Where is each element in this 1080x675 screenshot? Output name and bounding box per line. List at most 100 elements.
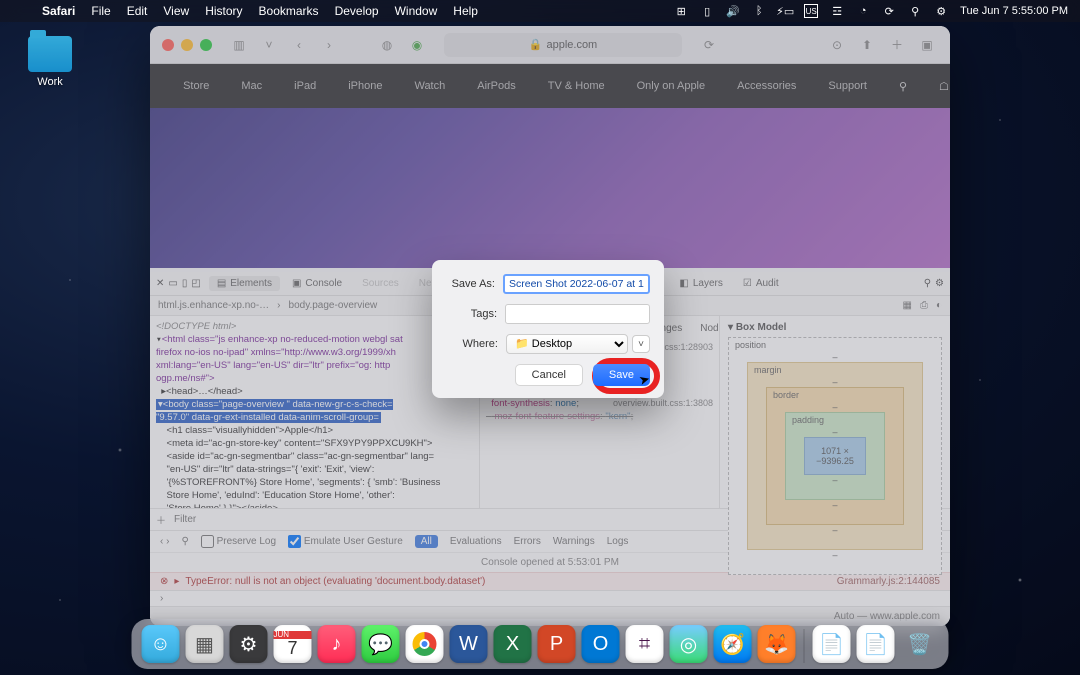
dock-app-green[interactable]: ◎ bbox=[670, 625, 708, 663]
dock-music[interactable]: ♪ bbox=[318, 625, 356, 663]
nav-ipad[interactable]: iPad bbox=[294, 80, 316, 92]
filter-logs[interactable]: Logs bbox=[607, 536, 629, 547]
tab-console[interactable]: ▣Console bbox=[284, 276, 350, 291]
status-user-icon[interactable]: ◔ bbox=[856, 4, 870, 18]
dock-outlook[interactable]: O bbox=[582, 625, 620, 663]
force-state-icon[interactable]: ◐ bbox=[936, 300, 942, 311]
add-rule-icon[interactable]: ＋ bbox=[156, 512, 166, 527]
nav-search-icon[interactable]: ⚲ bbox=[899, 80, 907, 93]
error-source[interactable]: Grammarly.js:2:144085 bbox=[837, 576, 940, 587]
status-wifi-icon[interactable]: ☲ bbox=[830, 4, 844, 18]
where-select[interactable]: 📁 Desktop bbox=[506, 334, 628, 354]
print-icon[interactable]: ⎙ bbox=[920, 300, 928, 311]
new-tab-button[interactable]: ＋ bbox=[886, 34, 908, 56]
dock-calendar[interactable]: JUN7 bbox=[274, 625, 312, 663]
menu-bookmarks[interactable]: Bookmarks bbox=[259, 4, 319, 18]
dock-firefox[interactable]: 🦊 bbox=[758, 625, 796, 663]
tab-dropdown-icon[interactable]: ˅ bbox=[258, 34, 280, 56]
status-phone-icon[interactable]: ▯ bbox=[700, 4, 714, 18]
back-button[interactable]: ‹ bbox=[288, 34, 310, 56]
apple-menu-icon[interactable] bbox=[12, 4, 26, 18]
dock-settings[interactable]: ⚙︎ bbox=[230, 625, 268, 663]
nav-store[interactable]: Store bbox=[183, 80, 209, 92]
nav-only[interactable]: Only on Apple bbox=[637, 80, 706, 92]
preserve-log-checkbox[interactable]: Preserve Log bbox=[201, 535, 276, 548]
device-icon-2[interactable]: ▯ bbox=[182, 278, 188, 289]
share-icon[interactable]: ⬆︎ bbox=[856, 34, 878, 56]
window-close-button[interactable] bbox=[162, 39, 174, 51]
status-volume-icon[interactable]: 🔊 bbox=[726, 4, 740, 18]
filter-errors[interactable]: Errors bbox=[514, 536, 541, 547]
menu-window[interactable]: Window bbox=[395, 4, 438, 18]
nav-accessories[interactable]: Accessories bbox=[737, 80, 796, 92]
dock-slack[interactable]: ⌗ bbox=[626, 625, 664, 663]
status-timemachine-icon[interactable]: ⟳ bbox=[882, 4, 896, 18]
dock-word[interactable]: W bbox=[450, 625, 488, 663]
layout-icon[interactable]: ▦ bbox=[903, 300, 912, 311]
style-filter-input[interactable] bbox=[174, 514, 732, 525]
status-controlcenter-icon[interactable]: ⚙︎ bbox=[934, 4, 948, 18]
inspector-search-icon[interactable]: ⚲ bbox=[924, 278, 931, 289]
desktop-folder-work[interactable]: Work bbox=[20, 36, 80, 88]
nav-bag-icon[interactable]: ☖ bbox=[939, 80, 949, 93]
menu-help[interactable]: Help bbox=[453, 4, 478, 18]
nav-airpods[interactable]: AirPods bbox=[477, 80, 516, 92]
tab-layers[interactable]: ◧Layers bbox=[671, 276, 730, 291]
inspector-settings-icon[interactable]: ⚙︎ bbox=[935, 278, 944, 289]
breadcrumb-body[interactable]: body.page-overview bbox=[289, 300, 378, 311]
nav-support[interactable]: Support bbox=[828, 80, 867, 92]
menu-view[interactable]: View bbox=[163, 4, 189, 18]
filter-all[interactable]: All bbox=[415, 535, 438, 548]
sidebar-toggle-icon[interactable]: ▥ bbox=[228, 34, 250, 56]
element-picker-icon[interactable]: ◰ bbox=[191, 278, 200, 289]
dock-document-2[interactable]: 📄 bbox=[857, 625, 895, 663]
status-bluetooth-icon[interactable]: ᛒ bbox=[752, 4, 766, 18]
device-icon[interactable]: ▭ bbox=[168, 278, 177, 289]
dock-chrome[interactable] bbox=[406, 625, 444, 663]
inspector-close-icon[interactable]: ✕ bbox=[156, 278, 164, 289]
tab-audit[interactable]: ☑︎Audit bbox=[735, 276, 787, 291]
tags-input[interactable] bbox=[505, 304, 650, 324]
elements-panel[interactable]: <!DOCTYPE html> ▾<html class="js enhance… bbox=[150, 316, 480, 508]
active-app-name[interactable]: Safari bbox=[42, 4, 75, 18]
window-minimize-button[interactable] bbox=[181, 39, 193, 51]
dock-launchpad[interactable]: ▦ bbox=[186, 625, 224, 663]
reload-button[interactable]: ⟳ bbox=[698, 34, 720, 56]
console-search-icon[interactable]: ⚲ bbox=[181, 536, 188, 547]
address-bar[interactable]: 🔒apple.com bbox=[444, 33, 682, 57]
downloads-icon[interactable]: ⊙ bbox=[826, 34, 848, 56]
expand-button[interactable]: ˅ bbox=[632, 335, 650, 353]
nav-iphone[interactable]: iPhone bbox=[348, 80, 382, 92]
nav-watch[interactable]: Watch bbox=[414, 80, 445, 92]
filter-warnings[interactable]: Warnings bbox=[553, 536, 595, 547]
dock-powerpoint[interactable]: P bbox=[538, 625, 576, 663]
menubar-clock[interactable]: Tue Jun 7 5:55:00 PM bbox=[960, 5, 1068, 17]
tab-elements[interactable]: ▤Elements bbox=[209, 276, 280, 291]
status-spotlight-icon[interactable]: ⚲ bbox=[908, 4, 922, 18]
menu-file[interactable]: File bbox=[91, 4, 110, 18]
dock-document[interactable]: 📄 bbox=[813, 625, 851, 663]
dock-safari[interactable]: 🧭 bbox=[714, 625, 752, 663]
nav-tvhome[interactable]: TV & Home bbox=[548, 80, 605, 92]
subtab-node[interactable]: Node bbox=[694, 320, 720, 337]
dock-excel[interactable]: X bbox=[494, 625, 532, 663]
breadcrumb-html[interactable]: html.js.enhance-xp.no-… bbox=[158, 300, 269, 311]
menu-edit[interactable]: Edit bbox=[127, 4, 148, 18]
emulate-gesture-checkbox[interactable]: Emulate User Gesture bbox=[288, 535, 403, 548]
status-dropbox-icon[interactable]: ⊞ bbox=[674, 4, 688, 18]
dock-trash[interactable]: 🗑️ bbox=[901, 625, 939, 663]
tab-overview-button[interactable]: ▣ bbox=[916, 34, 938, 56]
filename-input[interactable] bbox=[503, 274, 650, 294]
dock-finder[interactable]: ☺ bbox=[142, 625, 180, 663]
extension-icon[interactable]: ◉ bbox=[406, 34, 428, 56]
nav-mac[interactable]: Mac bbox=[241, 80, 262, 92]
dock-messages[interactable]: 💬 bbox=[362, 625, 400, 663]
forward-button[interactable]: › bbox=[318, 34, 340, 56]
menu-develop[interactable]: Develop bbox=[335, 4, 379, 18]
window-zoom-button[interactable] bbox=[200, 39, 212, 51]
tab-sources[interactable]: Sources bbox=[354, 276, 407, 291]
status-battery-icon[interactable]: ⚡︎▭ bbox=[778, 4, 792, 18]
cancel-button[interactable]: Cancel bbox=[515, 364, 583, 386]
status-input-icon[interactable]: US bbox=[804, 4, 818, 18]
shield-icon[interactable]: ◍ bbox=[376, 34, 398, 56]
